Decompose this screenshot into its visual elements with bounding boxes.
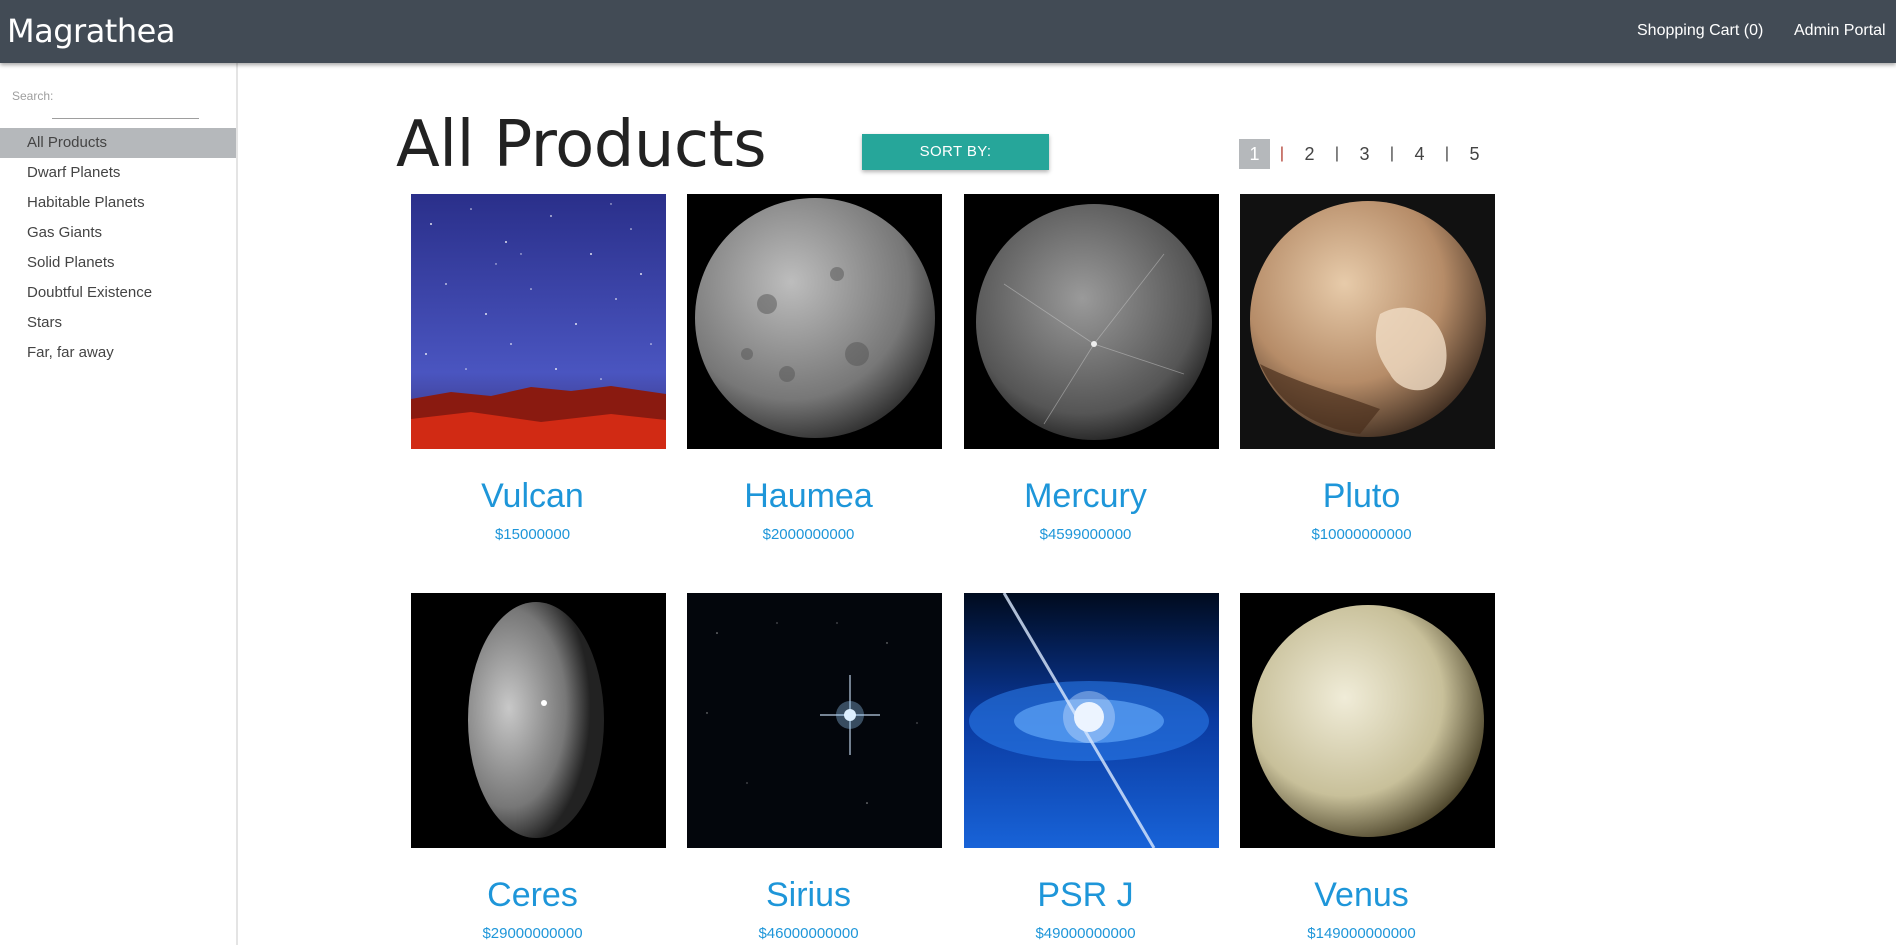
product-name[interactable]: Venus xyxy=(1228,876,1495,915)
product-name[interactable]: Haumea xyxy=(675,477,942,516)
product-name[interactable]: Sirius xyxy=(675,876,942,915)
page-separator: | xyxy=(1334,145,1340,162)
page-link-4[interactable]: 4 xyxy=(1404,139,1435,169)
page-link-3[interactable]: 3 xyxy=(1349,139,1380,169)
search-input[interactable] xyxy=(52,99,199,119)
sidebar-item-stars[interactable]: Stars xyxy=(0,308,236,338)
page-separator: | xyxy=(1279,145,1285,162)
product-card: PSR J $49000000000 xyxy=(964,593,1219,942)
product-card: Ceres $29000000000 xyxy=(411,593,666,942)
page-link-1[interactable]: 1 xyxy=(1239,139,1270,169)
brand-logo-link[interactable]: Magrathea xyxy=(7,12,175,50)
psr-j-image[interactable] xyxy=(964,593,1219,848)
product-card: Sirius $46000000000 xyxy=(687,593,942,942)
sidebar-item-doubtful-existence[interactable]: Doubtful Existence xyxy=(0,278,236,308)
sidebar-item-far-far-away[interactable]: Far, far away xyxy=(0,338,236,368)
product-name[interactable]: PSR J xyxy=(952,876,1219,915)
product-price: $46000000000 xyxy=(758,925,859,942)
sidebar: Search: All Products Dwarf Planets Habit… xyxy=(0,63,238,945)
product-name[interactable]: Pluto xyxy=(1228,477,1495,516)
pagination: 1 | 2 | 3 | 4 | 5 xyxy=(1239,139,1490,169)
product-name[interactable]: Mercury xyxy=(952,477,1219,516)
haumea-image[interactable] xyxy=(687,194,942,449)
product-price: $49000000000 xyxy=(1035,925,1136,942)
sidebar-item-all-products[interactable]: All Products xyxy=(0,128,236,158)
page-separator: | xyxy=(1444,145,1450,162)
product-price: $29000000000 xyxy=(482,925,583,942)
pluto-image[interactable] xyxy=(1240,194,1495,449)
category-list: All Products Dwarf Planets Habitable Pla… xyxy=(0,128,236,368)
top-nav-bar: Magrathea Shopping Cart (0) Admin Portal xyxy=(0,0,1896,63)
product-price: $15000000 xyxy=(494,526,571,543)
product-card: Mercury $4599000000 xyxy=(964,194,1219,543)
shopping-cart-link[interactable]: Shopping Cart (0) xyxy=(1637,22,1763,40)
product-card: Haumea $2000000000 xyxy=(687,194,942,543)
product-name[interactable]: Ceres xyxy=(399,876,666,915)
vulcan-image[interactable] xyxy=(411,194,666,449)
page-link-5[interactable]: 5 xyxy=(1459,139,1490,169)
admin-portal-link[interactable]: Admin Portal xyxy=(1794,22,1886,40)
sirius-image[interactable] xyxy=(687,593,942,848)
sidebar-item-solid-planets[interactable]: Solid Planets xyxy=(0,248,236,278)
product-card: Vulcan $15000000 xyxy=(411,194,666,543)
product-card: Venus $149000000000 xyxy=(1240,593,1495,942)
page-title: All Products xyxy=(396,108,767,182)
product-card: Pluto $10000000000 xyxy=(1240,194,1495,543)
sidebar-item-habitable-planets[interactable]: Habitable Planets xyxy=(0,188,236,218)
product-price: $10000000000 xyxy=(1311,526,1412,543)
search-label: Search: xyxy=(12,89,54,103)
sidebar-item-dwarf-planets[interactable]: Dwarf Planets xyxy=(0,158,236,188)
mercury-image[interactable] xyxy=(964,194,1219,449)
page-link-2[interactable]: 2 xyxy=(1294,139,1325,169)
product-price: $2000000000 xyxy=(762,526,855,543)
venus-image[interactable] xyxy=(1240,593,1495,848)
sidebar-item-gas-giants[interactable]: Gas Giants xyxy=(0,218,236,248)
sort-by-button[interactable]: SORT BY: xyxy=(862,134,1049,170)
ceres-image[interactable] xyxy=(411,593,666,848)
page-separator: | xyxy=(1389,145,1395,162)
product-price: $4599000000 xyxy=(1039,526,1132,543)
product-price: $149000000000 xyxy=(1307,925,1416,942)
product-name[interactable]: Vulcan xyxy=(399,477,666,516)
